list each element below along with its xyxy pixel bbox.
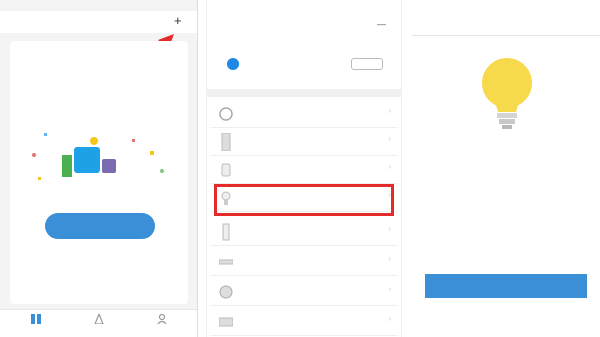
tab-profile[interactable] <box>142 310 182 337</box>
confetti-icon <box>32 153 36 157</box>
yellow-dot-icon <box>90 137 98 145</box>
tab-bar <box>0 309 197 337</box>
round-device-icon <box>219 285 233 299</box>
list-item[interactable]: › <box>211 156 397 184</box>
add-icon[interactable]: + <box>174 13 182 28</box>
status-bar <box>412 0 600 11</box>
confetti-icon <box>132 139 135 142</box>
list-item[interactable]: › <box>211 128 397 156</box>
add-device-button[interactable] <box>45 213 155 239</box>
scene-icon <box>94 314 104 324</box>
chevron-right-icon: › <box>388 136 391 143</box>
confetti-icon <box>44 133 47 136</box>
confirm-button[interactable] <box>425 274 587 298</box>
grid-icon <box>31 314 41 324</box>
add-device-screen: — › › › › › › › › <box>206 0 402 337</box>
home-header: + <box>0 11 197 33</box>
confetti-icon <box>150 151 154 155</box>
chevron-right-icon: › <box>388 226 391 233</box>
tab-label <box>16 326 56 331</box>
info-icon <box>227 58 239 70</box>
header-divider <box>412 35 600 36</box>
list-item[interactable]: › <box>211 100 397 128</box>
list-item[interactable]: › <box>211 308 397 336</box>
chevron-right-icon: › <box>388 108 391 115</box>
list-item[interactable]: › <box>211 278 397 306</box>
device-box-icon <box>74 147 100 173</box>
home-screen: + <box>0 0 198 337</box>
chevron-right-icon: › <box>388 286 391 293</box>
tab-home[interactable] <box>16 310 56 337</box>
light-bulb-icon <box>482 58 532 129</box>
tab-scenes[interactable] <box>79 310 119 337</box>
panel-device-icon <box>221 133 231 151</box>
chevron-right-icon: › <box>388 256 391 263</box>
highlight-box <box>214 184 394 216</box>
status-bar <box>0 0 197 11</box>
person-icon <box>157 314 167 324</box>
purple-block-icon <box>102 159 116 173</box>
confetti-icon <box>38 177 41 180</box>
list-item[interactable]: › <box>211 218 397 246</box>
chevron-right-icon: › <box>388 316 391 323</box>
bar-device-icon <box>219 259 233 265</box>
tab-label <box>79 326 119 331</box>
green-block-icon <box>62 155 72 177</box>
socket-device-icon <box>221 163 231 177</box>
circle-device-icon <box>219 107 233 121</box>
auto-scan-banner <box>211 48 397 82</box>
tab-label <box>142 326 182 331</box>
section-divider <box>207 89 401 97</box>
status-bar <box>207 0 401 11</box>
list-item[interactable]: › <box>211 248 397 276</box>
banner-button[interactable] <box>351 58 383 70</box>
pairing-screen <box>412 0 600 337</box>
chevron-right-icon: › <box>388 164 391 171</box>
box-device-icon <box>219 317 233 327</box>
menu-icon[interactable]: — <box>377 19 386 29</box>
strip-device-icon <box>222 223 230 241</box>
confetti-icon <box>160 169 164 173</box>
empty-state-card <box>10 41 188 304</box>
